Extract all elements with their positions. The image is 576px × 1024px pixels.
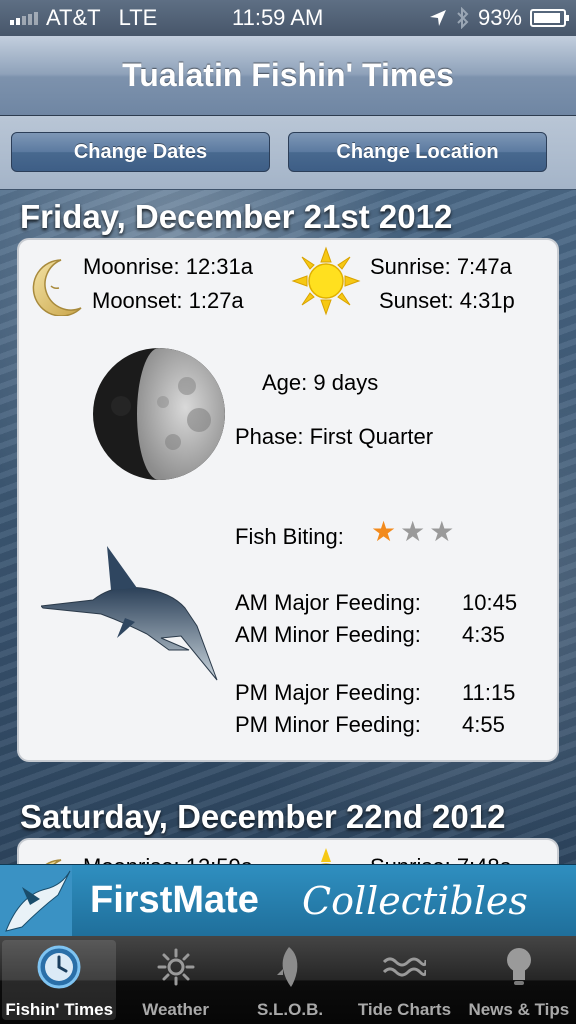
day-heading: Saturday, December 22nd 2012 bbox=[20, 798, 506, 835]
sun-icon bbox=[320, 848, 332, 864]
page-title: Tualatin Fishin' Times bbox=[122, 57, 454, 93]
status-right: 93% bbox=[428, 5, 569, 31]
am-major-time: 10:45 bbox=[462, 590, 518, 615]
ad-tagline: Collectibles bbox=[302, 879, 528, 923]
star-empty-icon: ★ bbox=[400, 516, 426, 547]
change-location-button[interactable]: Change Location bbox=[288, 132, 547, 172]
ad-brand: FirstMate bbox=[90, 879, 259, 921]
day-card: Moonrise: 12:59a Sunrise: 7:48a bbox=[17, 838, 559, 864]
marlin-logo-icon bbox=[0, 865, 72, 937]
moon-age-text: Age: 9 days bbox=[262, 370, 379, 395]
day-list[interactable]: Friday, December 21st 2012 Moonrise: 12:… bbox=[0, 190, 576, 864]
crescent-moon-icon bbox=[32, 259, 82, 316]
fish-icon bbox=[267, 944, 313, 990]
tab-label: Tide Charts bbox=[357, 1000, 452, 1019]
tab-bar: Fishin' Times Weather S.L.O.B. Tide Char… bbox=[0, 936, 576, 1024]
pm-minor-label: PM Minor Feeding: bbox=[235, 712, 421, 737]
moonrise-text: Moonrise: 12:31a bbox=[83, 254, 253, 279]
sunrise-text: Sunrise: 7:47a bbox=[370, 254, 512, 279]
marlin-icon bbox=[41, 546, 218, 681]
sun-icon bbox=[291, 246, 361, 316]
pm-major-label: PM Major Feeding: bbox=[235, 680, 421, 705]
am-minor-label: AM Minor Feeding: bbox=[235, 622, 421, 647]
sun-icon bbox=[153, 944, 199, 990]
battery-icon bbox=[530, 9, 569, 27]
am-minor-time: 4:35 bbox=[462, 622, 505, 647]
tab-label: Weather bbox=[142, 1000, 209, 1019]
star-empty-icon: ★ bbox=[429, 516, 455, 547]
moonrise-text: Moonrise: 12:59a bbox=[83, 854, 253, 864]
nav-bar: Tualatin Fishin' Times bbox=[0, 36, 576, 116]
moon-phase-text: Phase: First Quarter bbox=[235, 424, 434, 449]
signal-icon bbox=[10, 11, 38, 25]
star-filled-icon: ★ bbox=[371, 516, 397, 547]
am-major-label: AM Major Feeding: bbox=[235, 590, 421, 615]
day-heading: Friday, December 21st 2012 bbox=[20, 198, 453, 235]
tab-label: Fishin' Times bbox=[5, 1000, 114, 1019]
ad-banner[interactable]: FirstMate Collectibles bbox=[0, 864, 576, 937]
battery-percent: 93% bbox=[477, 5, 522, 30]
crescent-moon-icon bbox=[45, 859, 62, 864]
sunset-text: Sunset: 4:31p bbox=[379, 288, 515, 313]
location-arrow-icon bbox=[429, 10, 446, 26]
pm-major-time: 11:15 bbox=[462, 680, 516, 705]
toolbar: Change Dates Change Location bbox=[0, 116, 576, 190]
clock-icon bbox=[36, 944, 82, 990]
pm-minor-time: 4:55 bbox=[462, 712, 505, 737]
sunrise-text: Sunrise: 7:48a bbox=[370, 854, 512, 864]
network-label: LTE bbox=[118, 5, 158, 30]
waves-icon bbox=[381, 944, 427, 990]
bluetooth-icon bbox=[457, 7, 469, 29]
lightbulb-icon bbox=[496, 944, 542, 990]
status-bar: AT&T LTE 11:59 AM 93% bbox=[0, 0, 576, 36]
tab-news-tips[interactable]: News & Tips bbox=[462, 936, 576, 1024]
tab-fishin-times[interactable]: Fishin' Times bbox=[2, 940, 117, 1020]
status-left: AT&T LTE bbox=[10, 5, 157, 31]
fish-biting-label: Fish Biting: bbox=[235, 524, 344, 549]
moonset-text: Moonset: 1:27a bbox=[92, 288, 244, 313]
status-time: 11:59 AM bbox=[232, 5, 324, 30]
tab-label: News & Tips bbox=[468, 1000, 570, 1019]
moon-phase-icon bbox=[93, 348, 225, 480]
fish-biting-rating: ★ ★ ★ bbox=[371, 518, 454, 546]
change-dates-button[interactable]: Change Dates bbox=[11, 132, 270, 172]
tab-weather[interactable]: Weather bbox=[118, 936, 232, 1024]
carrier-label: AT&T bbox=[46, 5, 101, 30]
tab-tide-charts[interactable]: Tide Charts bbox=[347, 936, 461, 1024]
tab-label: S.L.O.B. bbox=[256, 1000, 324, 1019]
day-card: Moonrise: 12:31a Moonset: 1:27a Sunrise:… bbox=[17, 238, 559, 762]
tab-slob[interactable]: S.L.O.B. bbox=[233, 936, 347, 1024]
